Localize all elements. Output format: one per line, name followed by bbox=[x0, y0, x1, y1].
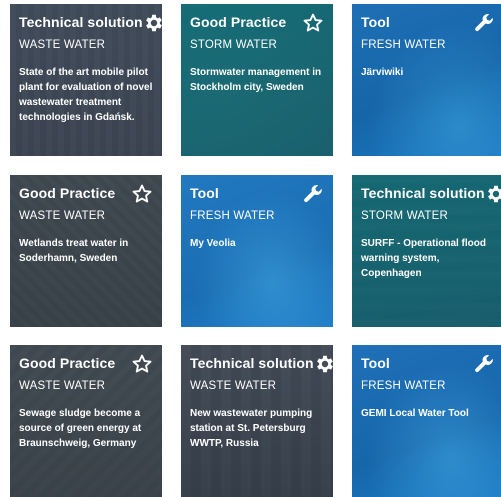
card-type: Tool bbox=[361, 14, 390, 30]
card-technical-solution[interactable]: Technical solution WASTE WATER New waste… bbox=[181, 345, 333, 497]
card-type: Technical solution bbox=[361, 185, 485, 201]
card-category: WASTE WATER bbox=[190, 380, 277, 392]
card-grid: Technical solution WASTE WATER State of … bbox=[0, 0, 501, 497]
card-tool[interactable]: Tool FRESH WATER My Veolia bbox=[181, 175, 333, 327]
card-tool[interactable]: Tool FRESH WATER GEMI Local Water Tool bbox=[352, 345, 501, 497]
card-description: GEMI Local Water Tool bbox=[361, 408, 469, 419]
card-description: New wastewater pumping station at St. Pe… bbox=[190, 408, 313, 449]
card-description: Järviwiki bbox=[361, 67, 404, 78]
card-type: Good Practice bbox=[190, 14, 287, 30]
card-good-practice[interactable]: Good Practice STORM WATER Stormwater man… bbox=[181, 4, 333, 156]
star-icon bbox=[132, 184, 152, 203]
card-description: State of the art mobile pilot plant for … bbox=[19, 67, 153, 123]
card-type: Technical solution bbox=[190, 355, 314, 371]
wrench-icon bbox=[475, 14, 493, 32]
card-type: Good Practice bbox=[19, 355, 116, 371]
card-type: Tool bbox=[190, 185, 219, 201]
star-icon bbox=[132, 354, 152, 373]
card-description: Stormwater management in Stockholm city,… bbox=[190, 67, 322, 93]
gear-icon bbox=[316, 355, 333, 373]
star-icon bbox=[303, 13, 323, 32]
card-technical-solution[interactable]: Technical solution WASTE WATER State of … bbox=[10, 4, 162, 156]
card-category: STORM WATER bbox=[361, 210, 448, 222]
card-type: Good Practice bbox=[19, 185, 116, 201]
card-category: STORM WATER bbox=[190, 39, 277, 51]
card-good-practice[interactable]: Good Practice WASTE WATER Wetlands treat… bbox=[10, 175, 162, 327]
wrench-icon bbox=[304, 185, 322, 203]
card-description: Sewage sludge become a source of green e… bbox=[19, 408, 142, 449]
gear-icon bbox=[487, 185, 501, 203]
card-technical-solution[interactable]: Technical solution STORM WATER SURFF - O… bbox=[352, 175, 501, 327]
card-good-practice[interactable]: Good Practice WASTE WATER Sewage sludge … bbox=[10, 345, 162, 497]
card-category: WASTE WATER bbox=[19, 210, 106, 222]
card-description: My Veolia bbox=[190, 238, 236, 249]
card-category: WASTE WATER bbox=[19, 39, 106, 51]
gear-icon bbox=[145, 14, 162, 32]
card-tool[interactable]: Tool FRESH WATER Järviwiki bbox=[352, 4, 501, 156]
wrench-icon bbox=[475, 355, 493, 373]
card-category: FRESH WATER bbox=[190, 210, 275, 222]
card-type: Technical solution bbox=[19, 14, 143, 30]
card-category: FRESH WATER bbox=[361, 39, 446, 51]
card-category: WASTE WATER bbox=[19, 380, 106, 392]
card-category: FRESH WATER bbox=[361, 380, 446, 392]
card-description: Wetlands treat water in Soderhamn, Swede… bbox=[19, 238, 129, 264]
card-description: SURFF - Operational flood warning system… bbox=[361, 238, 486, 279]
card-type: Tool bbox=[361, 355, 390, 371]
